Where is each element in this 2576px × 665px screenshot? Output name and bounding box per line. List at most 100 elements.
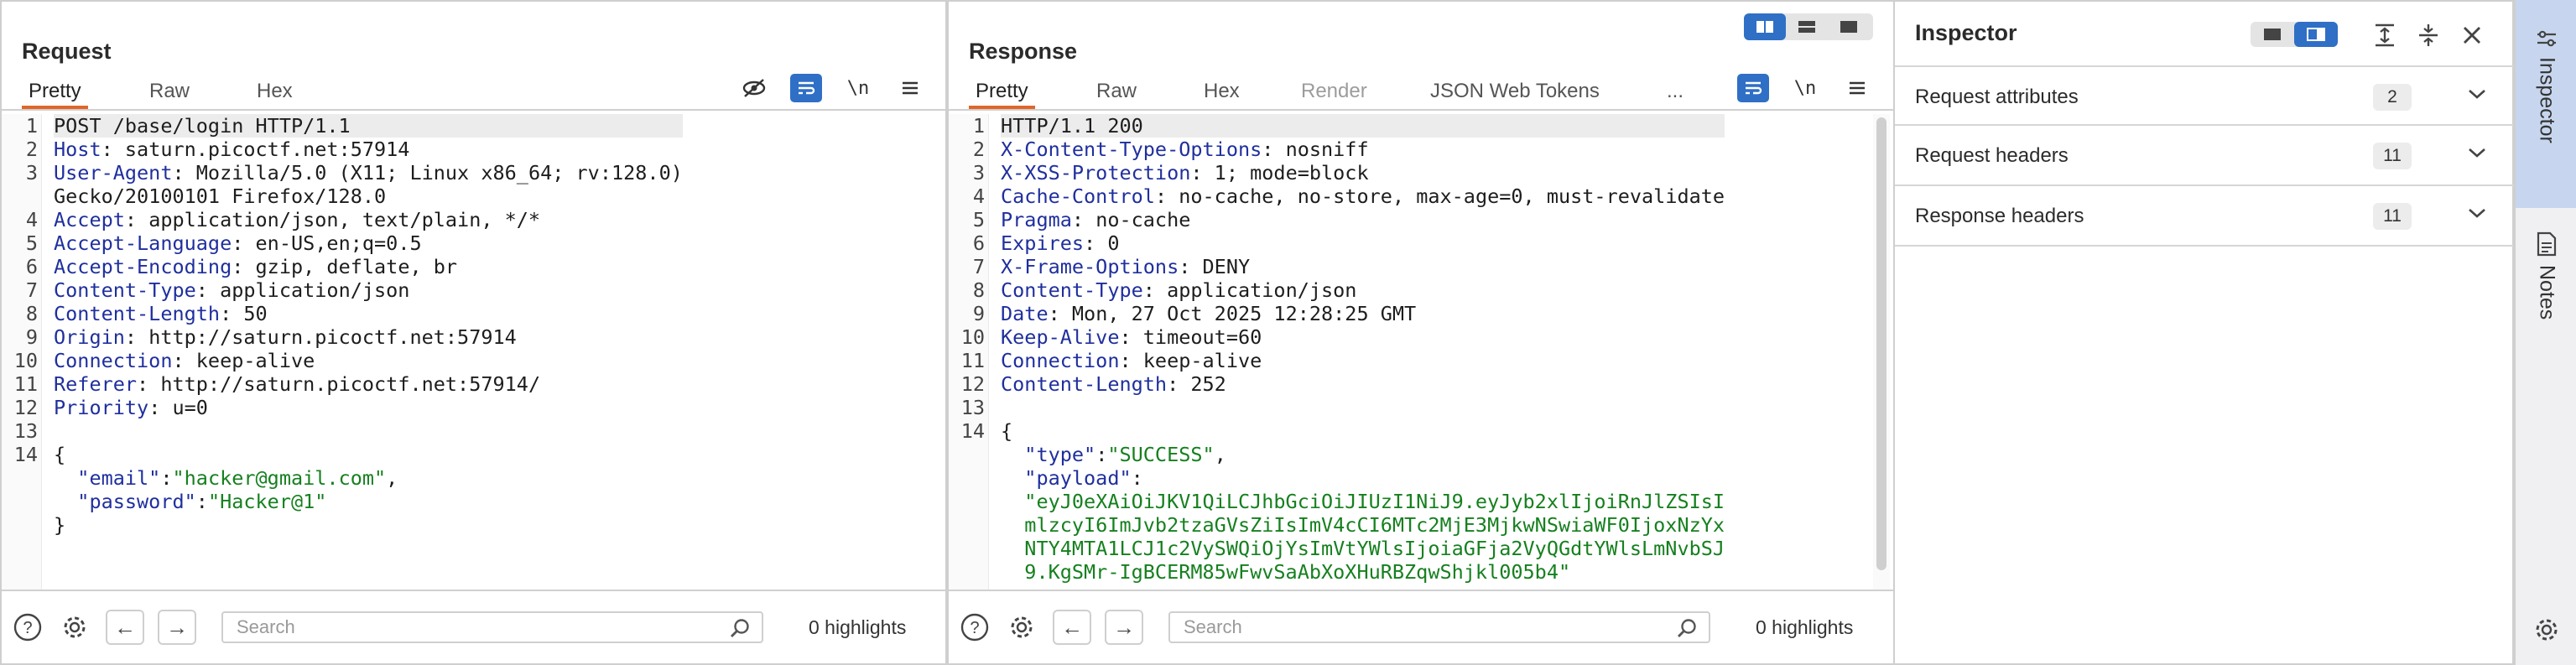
response-scrollbar[interactable]: [1873, 114, 1890, 592]
newline-toggle-icon[interactable]: \n: [842, 74, 874, 102]
header-value: saturn.picoctf.net:57914: [112, 138, 410, 161]
header-name: Expires: [1001, 231, 1085, 255]
line-number: 9: [25, 325, 38, 349]
next-button[interactable]: →: [1105, 610, 1143, 645]
response-search-bar: ? ← → 0 highlights: [949, 590, 1893, 663]
code-line: Connection: keep-alive: [54, 349, 315, 372]
inspector-sliders-icon: [2537, 30, 2556, 47]
line-number: [2, 184, 41, 208]
request-pane: Request Pretty Raw Hex \n 1 2 3 4 5 6 7 8 9 10 11 1…: [0, 0, 947, 665]
hide-nonprintable-icon[interactable]: [738, 74, 770, 102]
menu-icon[interactable]: [1841, 74, 1873, 102]
line-number: 10: [13, 349, 38, 372]
json-value: NTY4MTA1LCJ1c2VySWQiOjYsImVtYWlsIjoiaGFj…: [1024, 537, 1725, 560]
tab-pretty[interactable]: Pretty: [969, 79, 1035, 109]
tab-pretty[interactable]: Pretty: [22, 79, 88, 109]
help-icon[interactable]: ?: [959, 611, 991, 643]
tab-json-web-tokens[interactable]: JSON Web Tokens: [1423, 79, 1606, 109]
newline-toggle-icon[interactable]: \n: [1789, 74, 1821, 102]
section-label: Request attributes: [1915, 86, 2079, 108]
next-button[interactable]: →: [158, 610, 196, 645]
chevron-down-icon[interactable]: [2467, 146, 2487, 164]
expand-all-icon[interactable]: [2370, 20, 2400, 50]
code-line: Content-Type: application/json: [1001, 278, 1357, 302]
header-name: Accept-Encoding: [54, 255, 232, 278]
json-value: "SUCCESS": [1107, 443, 1215, 466]
header-value: POST /base/login HTTP/1.1: [54, 114, 351, 138]
section-response-headers[interactable]: Response headers 11: [1895, 186, 2514, 247]
json-value: 9.KgSMr-IgBCERM85wFwvSaAbXoXHuRBZqwShjkl…: [1024, 560, 1571, 584]
line-number: 2: [972, 138, 985, 161]
svg-text:?: ?: [23, 619, 32, 637]
line-number: 14: [13, 443, 38, 466]
inspector-layout-a-icon[interactable]: [2251, 22, 2294, 47]
response-pane: Response Pretty Raw Hex Render JSON Web …: [947, 0, 1895, 665]
stacked-view-icon[interactable]: [1786, 13, 1828, 40]
code-line: Host: saturn.picoctf.net:57914: [54, 138, 410, 161]
code-line: {: [54, 443, 683, 466]
help-icon[interactable]: ?: [12, 611, 44, 643]
header-value: http://saturn.picoctf.net:57914: [137, 325, 517, 349]
collapse-all-icon[interactable]: [2413, 20, 2443, 50]
request-editor[interactable]: 1 2 3 4 5 6 7 8 9 10 11 12 13 14 POST /base/login HTT…: [2, 114, 929, 592]
word-wrap-icon[interactable]: [1737, 74, 1769, 102]
search-icon: [730, 618, 752, 644]
response-search-input[interactable]: [1170, 613, 1601, 642]
line-number: 11: [960, 349, 985, 372]
header-value: 252: [1179, 372, 1226, 396]
line-number: 6: [972, 231, 985, 255]
inspector-layout-b-icon[interactable]: [2294, 22, 2338, 47]
json-key: "type": [1024, 443, 1096, 466]
line-number: 2: [25, 138, 38, 161]
close-icon[interactable]: [2457, 20, 2487, 50]
code-line: X-Content-Type-Options: nosniff: [1001, 138, 1369, 161]
response-editor[interactable]: 1 2 3 4 5 6 7 8 9 10 11 12 13 14 HTTP/1.1 200 X-Conten…: [949, 114, 1871, 592]
header-name: X-Content-Type-Options: [1001, 138, 1262, 161]
header-value: no-cache: [1084, 208, 1191, 231]
header-name: Pragma: [1001, 208, 1072, 231]
response-title: Response: [969, 39, 1078, 64]
tab-hex[interactable]: Hex: [1197, 79, 1246, 109]
tab-more[interactable]: ...: [1660, 79, 1690, 109]
section-label: Response headers: [1915, 205, 2084, 227]
header-name: Content-Length: [1001, 372, 1168, 396]
rail-tab-notes[interactable]: Notes: [2516, 231, 2576, 357]
menu-icon[interactable]: [894, 74, 926, 102]
code-line: Connection: keep-alive: [1001, 349, 1262, 372]
count-badge: 2: [2373, 84, 2412, 111]
line-number: 1: [25, 114, 38, 138]
chevron-down-icon[interactable]: [2467, 87, 2487, 105]
section-label: Request headers: [1915, 144, 2069, 167]
line-number: [949, 513, 988, 537]
code-line: Accept: application/json, text/plain, */…: [54, 208, 541, 231]
line-number: 1: [972, 114, 985, 138]
json-key: "password": [77, 490, 196, 513]
section-request-attributes[interactable]: Request attributes 2: [1895, 65, 2514, 126]
line-number: [2, 466, 41, 490]
tabbed-view-icon[interactable]: [1828, 13, 1870, 40]
code-line: Referer: http://saturn.picoctf.net:57914…: [54, 372, 541, 396]
previous-button[interactable]: ←: [106, 610, 144, 645]
previous-button[interactable]: ←: [1053, 610, 1091, 645]
section-request-headers[interactable]: Request headers 11: [1895, 126, 2514, 186]
side-by-side-view-icon[interactable]: [1744, 13, 1786, 40]
line-number-gutter: 1 2 3 4 5 6 7 8 9 10 11 12 13 14: [2, 114, 42, 592]
settings-gear-icon[interactable]: [1006, 611, 1038, 643]
request-search-input[interactable]: [223, 613, 654, 642]
tab-render[interactable]: Render: [1294, 79, 1374, 109]
tab-raw[interactable]: Raw: [143, 79, 196, 109]
header-value: 0: [1095, 231, 1120, 255]
settings-gear-icon[interactable]: [59, 611, 91, 643]
rail-tab-inspector[interactable]: Inspector: [2516, 0, 2576, 208]
rail-settings-icon[interactable]: [2516, 616, 2576, 649]
line-number: [949, 560, 988, 584]
line-number: 12: [960, 372, 985, 396]
request-title: Request: [22, 39, 112, 64]
highlights-count: 0 highlights: [809, 616, 907, 638]
svg-text:?: ?: [970, 619, 979, 637]
scrollbar-thumb[interactable]: [1876, 117, 1886, 570]
word-wrap-icon[interactable]: [790, 74, 822, 102]
tab-hex[interactable]: Hex: [250, 79, 299, 109]
chevron-down-icon[interactable]: [2467, 206, 2487, 224]
tab-raw[interactable]: Raw: [1090, 79, 1143, 109]
